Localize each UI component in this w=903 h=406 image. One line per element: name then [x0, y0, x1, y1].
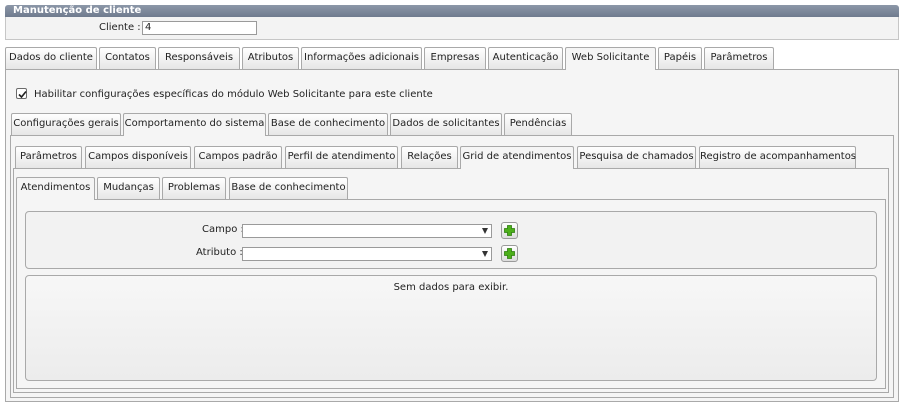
tab-parametros[interactable]: Parâmetros [704, 47, 774, 69]
client-input[interactable]: 4 [142, 21, 257, 35]
tab-campos-disponiveis[interactable]: Campos disponíveis [85, 146, 191, 168]
tab-problemas[interactable]: Problemas [162, 177, 226, 199]
dropdown-arrow-icon [482, 228, 488, 234]
tab-grid-de-atendimentos[interactable]: Grid de atendimentos [460, 146, 574, 169]
tab-dados-de-solicitantes[interactable]: Dados de solicitantes [390, 113, 502, 135]
tab-campos-padrao[interactable]: Campos padrão [194, 146, 282, 168]
tab-pesquisa-de-chamados[interactable]: Pesquisa de chamados [577, 146, 696, 168]
tab-autenticacao[interactable]: Autenticação [488, 47, 563, 69]
add-atributo-button[interactable] [501, 245, 518, 262]
campo-select[interactable] [242, 224, 492, 238]
enable-module-label: Habilitar configurações específicas do m… [34, 89, 433, 100]
tab-base-de-conhecimento[interactable]: Base de conhecimento [268, 113, 388, 135]
enable-module-checkbox[interactable] [16, 88, 27, 99]
tab-papeis[interactable]: Papéis [658, 47, 702, 69]
tab-atributos[interactable]: Atributos [242, 47, 299, 69]
dropdown-arrow-icon [482, 251, 488, 257]
tab-dados-do-cliente[interactable]: Dados do cliente [5, 47, 97, 69]
plus-icon [504, 225, 515, 236]
tab-comportamento-do-sistema[interactable]: Comportamento do sistema [123, 113, 266, 136]
tab-pendencias[interactable]: Pendências [504, 113, 572, 135]
atributo-select[interactable] [242, 247, 492, 261]
campo-label: Campo : [202, 224, 244, 235]
tab-contatos[interactable]: Contatos [99, 47, 156, 69]
add-campo-button[interactable] [501, 222, 518, 239]
atributo-label: Atributo : [196, 247, 243, 258]
tab-registro-de-acompanhamentos[interactable]: Registro de acompanhamentos [699, 146, 856, 168]
client-label: Cliente : [99, 22, 141, 33]
tab-parametros-sub[interactable]: Parâmetros [15, 146, 82, 168]
tab-configuracoes-gerais[interactable]: Configurações gerais [11, 113, 121, 135]
plus-icon [504, 248, 515, 259]
tab-responsaveis[interactable]: Responsáveis [158, 47, 240, 69]
window-title: Manutenção de cliente [5, 5, 899, 17]
checkmark-icon [18, 90, 27, 99]
tab-perfil-de-atendimento[interactable]: Perfil de atendimento [285, 146, 398, 168]
tab-base-de-conhecimento-sub[interactable]: Base de conhecimento [229, 177, 348, 199]
tab-relacoes[interactable]: Relações [401, 146, 458, 168]
tab-atendimentos[interactable]: Atendimentos [16, 177, 95, 200]
tab-informacoes-adicionais[interactable]: Informações adicionais [301, 47, 422, 69]
tab-web-solicitante[interactable]: Web Solicitante [565, 47, 656, 70]
grid-empty-message: Sem dados para exibir. [393, 282, 509, 293]
tab-mudancas[interactable]: Mudanças [97, 177, 160, 199]
tab-empresas[interactable]: Empresas [424, 47, 486, 69]
